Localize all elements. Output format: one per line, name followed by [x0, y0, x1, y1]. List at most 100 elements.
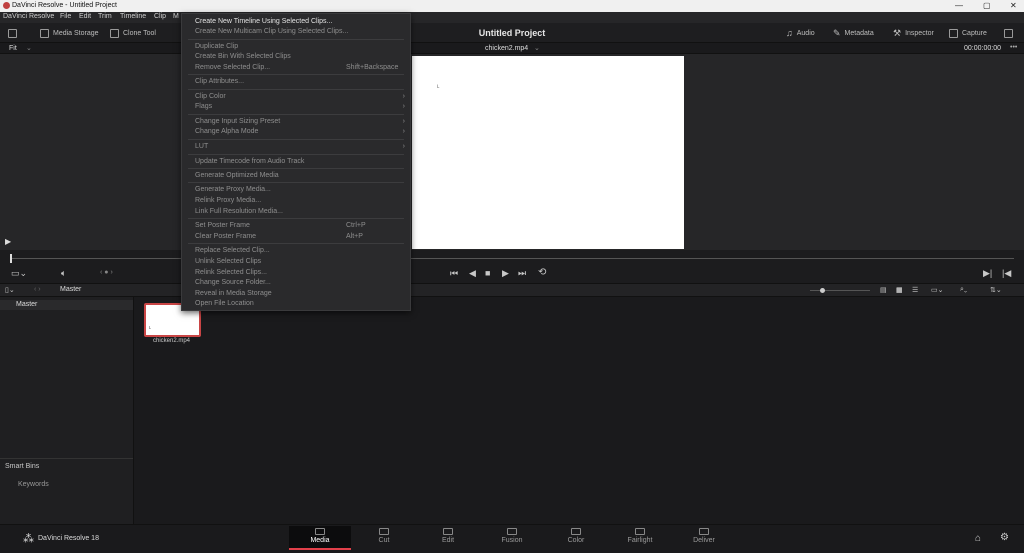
prev-frame-icon[interactable]: |◀: [1002, 268, 1011, 279]
tab-color[interactable]: Color: [545, 526, 607, 550]
settings-gear-icon[interactable]: ⚙: [1000, 532, 1009, 543]
menu-trim[interactable]: Trim: [98, 13, 112, 20]
close-button[interactable]: ✕: [1010, 1, 1017, 10]
menu-item-link-full-resolution[interactable]: Link Full Resolution Media...: [182, 207, 410, 217]
tab-fusion[interactable]: Fusion: [481, 526, 543, 550]
metadata-button[interactable]: ✎ Metadata: [833, 27, 874, 39]
menu-item-shortcut: Shift+Backspace: [346, 63, 398, 73]
menu-item-label: Update Timecode from Audio Track: [195, 158, 304, 165]
filter-icon[interactable]: ⇅⌄: [990, 286, 1002, 294]
tab-fairlight-label: Fairlight: [628, 537, 653, 544]
menu-item-clear-poster-frame[interactable]: Clear Poster FrameAlt+P: [182, 232, 410, 242]
menu-separator: [188, 154, 404, 155]
menu-item-update-timecode[interactable]: Update Timecode from Audio Track: [182, 157, 410, 167]
go-to-end-icon[interactable]: ⏭︎: [518, 268, 526, 279]
menu-mark[interactable]: M: [173, 13, 179, 20]
maximize-button[interactable]: ▢: [983, 1, 991, 10]
jog-control-icon[interactable]: ‹ ● ›: [100, 269, 113, 276]
scrubber-area[interactable]: [0, 250, 1024, 264]
menu-clip[interactable]: Clip: [154, 13, 166, 20]
play-marker-icon[interactable]: ▶: [5, 237, 11, 246]
tab-cut[interactable]: Cut: [353, 526, 415, 550]
media-storage-button[interactable]: Media Storage: [40, 27, 99, 39]
music-note-icon: ♫: [786, 28, 793, 38]
menu-separator: [188, 114, 404, 115]
home-icon[interactable]: ⌂: [975, 533, 981, 544]
clone-tool-button[interactable]: Clone Tool: [110, 27, 156, 39]
menu-item-duplicate-clip[interactable]: Duplicate Clip: [182, 42, 410, 52]
viewer-clip-name[interactable]: chicken2.mp4: [485, 45, 528, 52]
menu-item-change-source-folder[interactable]: Change Source Folder...: [182, 278, 410, 288]
menu-item-generate-optimized-media[interactable]: Generate Optimized Media: [182, 171, 410, 181]
menu-item-lut[interactable]: LUT›: [182, 142, 410, 152]
inspector-button[interactable]: ⚒ Inspector: [893, 27, 934, 39]
search-icon[interactable]: ⌕⌄: [960, 286, 967, 294]
viewer-frame[interactable]: ʟ: [412, 56, 684, 249]
menu-item-label: Reveal in Media Storage: [195, 290, 272, 297]
metadata-view-icon[interactable]: ▤: [880, 286, 887, 294]
tab-edit[interactable]: Edit: [417, 526, 479, 550]
media-pool[interactable]: [134, 297, 1024, 524]
loop-icon[interactable]: ⟲: [538, 267, 546, 278]
tab-edit-label: Edit: [442, 537, 454, 544]
capture-button[interactable]: Capture: [949, 27, 987, 39]
menu-item-generate-proxy-media[interactable]: Generate Proxy Media...: [182, 185, 410, 195]
play-reverse-icon[interactable]: ◀: [469, 268, 476, 279]
tab-deliver[interactable]: Deliver: [673, 526, 735, 550]
viewer-mode-icon[interactable]: ▭⌄: [11, 268, 27, 279]
bin-list-toggle-icon[interactable]: ▯⌄: [5, 286, 15, 294]
menu-item-reveal-in-media-storage[interactable]: Reveal in Media Storage: [182, 289, 410, 299]
menu-item-relink-selected-clips[interactable]: Relink Selected Clips...: [182, 268, 410, 278]
menu-item-relink-proxy-media[interactable]: Relink Proxy Media...: [182, 196, 410, 206]
thumbnail-view-icon[interactable]: ▦: [896, 286, 903, 294]
more-options-icon[interactable]: •••: [1010, 44, 1017, 51]
sort-dropdown-icon[interactable]: ▭⌄: [931, 286, 943, 294]
next-frame-icon[interactable]: ▶|: [983, 268, 992, 279]
capture-label: Capture: [962, 30, 987, 37]
go-to-start-icon[interactable]: ⏮︎: [450, 268, 458, 279]
tab-cut-label: Cut: [379, 537, 390, 544]
speaker-icon[interactable]: 🔈︎: [61, 268, 66, 279]
menu-item-clip-attributes[interactable]: Clip Attributes...: [182, 77, 410, 87]
menu-item-flags[interactable]: Flags›: [182, 102, 410, 112]
menu-item-unlink-selected-clips[interactable]: Unlink Selected Clips: [182, 257, 410, 267]
tab-media[interactable]: Media: [289, 526, 351, 550]
fullscreen-button[interactable]: [1004, 27, 1013, 39]
minimize-button[interactable]: —: [955, 1, 963, 10]
nav-back-forward-icon[interactable]: ‹ ›: [34, 286, 41, 293]
stop-icon[interactable]: ■: [485, 268, 490, 278]
menu-item-create-bin[interactable]: Create Bin With Selected Clips: [182, 52, 410, 62]
menu-file[interactable]: File: [60, 13, 71, 20]
thumbnail-zoom-slider[interactable]: [810, 290, 870, 291]
submenu-arrow-icon: ›: [403, 127, 405, 137]
project-title: Untitled Project: [440, 28, 584, 38]
play-icon[interactable]: ▶: [502, 268, 509, 279]
playhead-handle[interactable]: [10, 254, 12, 263]
zoom-slider-handle[interactable]: [820, 288, 825, 293]
menu-item-remove-clip[interactable]: Remove Selected Clip...Shift+Backspace: [182, 63, 410, 73]
media-storage-icon: [40, 29, 49, 38]
menu-item-create-multicam-clip[interactable]: Create New Multicam Clip Using Selected …: [182, 27, 410, 37]
menu-item-replace-selected-clip[interactable]: Replace Selected Clip...: [182, 246, 410, 256]
menu-davinci-resolve[interactable]: DaVinci Resolve: [3, 13, 54, 20]
zoom-fit-dropdown[interactable]: Fit: [9, 45, 17, 52]
menu-item-change-alpha-mode[interactable]: Change Alpha Mode›: [182, 127, 410, 137]
menu-item-clip-color[interactable]: Clip Color›: [182, 92, 410, 102]
clip-context-menu: Create New Timeline Using Selected Clips…: [181, 13, 411, 311]
menu-edit[interactable]: Edit: [79, 13, 91, 20]
menu-timeline[interactable]: Timeline: [120, 13, 146, 20]
menu-item-set-poster-frame[interactable]: Set Poster FrameCtrl+P: [182, 221, 410, 231]
sidebar-item-master[interactable]: Master: [0, 300, 133, 310]
menu-item-label: Change Input Sizing Preset: [195, 118, 280, 125]
list-view-icon[interactable]: ☰: [912, 286, 918, 294]
menu-item-label: Clip Color: [195, 93, 226, 100]
panel-toggle-button[interactable]: [8, 27, 17, 39]
sidebar-item-keywords[interactable]: Keywords: [18, 481, 49, 488]
tab-fairlight[interactable]: Fairlight: [609, 526, 671, 550]
menu-item-create-new-timeline[interactable]: Create New Timeline Using Selected Clips…: [182, 17, 410, 27]
menu-item-open-file-location[interactable]: Open File Location: [182, 299, 410, 309]
clone-tool-icon: [110, 29, 119, 38]
menu-item-change-input-sizing[interactable]: Change Input Sizing Preset›: [182, 117, 410, 127]
audio-button[interactable]: ♫ Audio: [786, 27, 815, 39]
deliver-page-icon: [699, 528, 709, 535]
